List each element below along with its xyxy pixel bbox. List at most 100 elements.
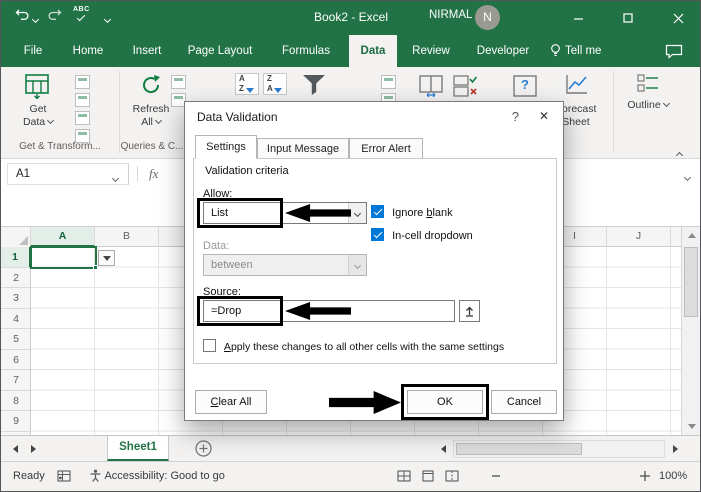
dialog-tab-input-message[interactable]: Input Message [257, 138, 349, 159]
account-name[interactable]: NIRMAL [429, 9, 472, 21]
dialog-tab-settings[interactable]: Settings [195, 135, 257, 159]
tab-developer[interactable]: Developer [465, 35, 541, 67]
name-box-dropdown-icon[interactable] [111, 170, 120, 188]
dialog-tab-error-alert[interactable]: Error Alert [349, 138, 423, 159]
ignore-blank-label: Ignore blank [392, 207, 453, 219]
macro-record-icon[interactable] [57, 470, 71, 485]
dialog-help-icon[interactable]: ? [512, 109, 519, 124]
clear-all-button[interactable]: Clear All [195, 390, 267, 414]
tab-insert[interactable]: Insert [121, 35, 173, 67]
view-page-break-icon[interactable] [445, 470, 459, 485]
dialog-close-icon[interactable]: ✕ [539, 109, 549, 123]
tab-home[interactable]: Home [63, 35, 113, 67]
refresh-all-icon [143, 75, 160, 94]
zoom-out-icon[interactable] [491, 470, 501, 485]
from-table-range-icon[interactable] [75, 111, 90, 125]
accessibility-text: Accessibility: Good to go [104, 470, 225, 482]
accessibility-checker[interactable]: Accessibility: Good to go [89, 469, 225, 482]
in-cell-dropdown-button[interactable] [98, 250, 115, 266]
row-header-4[interactable]: 4 [1, 309, 30, 329]
comments-icon[interactable] [665, 44, 683, 64]
qat-customize-icon[interactable] [103, 13, 112, 27]
from-text-csv-icon[interactable] [75, 75, 90, 89]
tab-page-layout[interactable]: Page Layout [181, 35, 259, 67]
apply-all-label: Apply these changes to all other cells w… [223, 341, 505, 353]
row-header-8[interactable]: 8 [1, 391, 30, 411]
queries-connections-icon[interactable] [171, 75, 186, 89]
validation-criteria-label: Validation criteria [205, 165, 289, 177]
row-header-5[interactable]: 5 [1, 329, 30, 350]
get-data-label-2: Data [9, 116, 67, 128]
what-if-analysis-icon[interactable]: ? [513, 75, 537, 97]
refresh-all-button[interactable]: Refresh All [125, 71, 177, 143]
view-normal-icon[interactable] [397, 470, 411, 485]
tab-review[interactable]: Review [405, 35, 457, 67]
add-sheet-button[interactable] [195, 440, 212, 462]
checkbox-unchecked-icon [203, 339, 216, 352]
scroll-up-icon[interactable] [682, 227, 700, 244]
cancel-button[interactable]: Cancel [491, 390, 557, 414]
apply-all-checkbox[interactable]: Apply these changes to all other cells w… [203, 339, 504, 353]
avatar[interactable]: N [475, 5, 500, 30]
zoom-in-icon[interactable] [639, 470, 651, 485]
sheet-nav-right-icon[interactable] [25, 440, 41, 458]
title-bar: ABC Book2 - Excel NIRMAL N [1, 1, 700, 35]
undo-icon[interactable] [15, 8, 30, 24]
sort-letter-z: Z [239, 84, 244, 93]
from-web-icon[interactable] [75, 93, 90, 107]
row-header-6[interactable]: 6 [1, 350, 30, 370]
vertical-scrollbar[interactable] [681, 227, 700, 435]
undo-dropdown-icon[interactable] [31, 13, 40, 27]
horizontal-scrollbar[interactable] [453, 440, 665, 458]
get-data-label-1: Get [29, 103, 47, 115]
column-header-j[interactable]: J [607, 227, 671, 247]
row-header-9[interactable]: 9 [1, 411, 30, 432]
sort-descending-button[interactable]: Z A [263, 73, 287, 95]
clear-filter-icon[interactable] [381, 75, 396, 89]
sheet-tab-sheet1[interactable]: Sheet1 [107, 436, 169, 461]
range-selector-button[interactable] [459, 300, 480, 322]
vertical-scroll-thumb[interactable] [684, 247, 698, 317]
row-header-3[interactable]: 3 [1, 288, 30, 309]
tab-data[interactable]: Data [349, 35, 397, 67]
name-box[interactable]: A1 [7, 163, 129, 185]
data-validation-icon[interactable] [453, 75, 478, 102]
data-validation-dialog: Data Validation ? ✕ Settings Input Messa… [184, 101, 564, 421]
spell-check-icon[interactable]: ABC [73, 6, 90, 22]
sort-down-arrow-icon [274, 80, 282, 98]
column-header-a[interactable]: A [31, 227, 95, 247]
select-all-corner[interactable] [1, 227, 31, 247]
hscroll-left-icon[interactable] [435, 440, 451, 458]
minimize-button[interactable] [556, 1, 600, 35]
refresh-all-label-1: Refresh [132, 103, 170, 115]
formula-bar-separator [137, 166, 138, 182]
fx-icon[interactable]: fx [149, 166, 158, 182]
horizontal-scroll-thumb[interactable] [456, 443, 582, 455]
hscroll-right-icon[interactable] [667, 440, 683, 458]
sort-ascending-button[interactable]: A Z [235, 73, 259, 95]
outline-button[interactable]: Outline [619, 73, 677, 133]
scroll-down-icon[interactable] [682, 418, 700, 435]
formula-bar-expand-icon[interactable] [683, 169, 692, 187]
close-button[interactable] [656, 1, 700, 35]
group-label-get-transform: Get & Transform... [19, 141, 101, 152]
row-header-1[interactable]: 1 [1, 247, 30, 268]
column-header-b[interactable]: B [95, 227, 159, 247]
tab-formulas[interactable]: Formulas [273, 35, 339, 67]
filter-button[interactable] [303, 75, 325, 95]
zoom-level[interactable]: 100% [659, 470, 687, 482]
sheet-nav-left-icon[interactable] [7, 440, 23, 458]
get-data-icon [25, 74, 49, 100]
tab-file[interactable]: File [13, 35, 53, 67]
get-data-button[interactable]: Get Data [9, 71, 67, 143]
row-header-7[interactable]: 7 [1, 370, 30, 391]
row-header-2[interactable]: 2 [1, 268, 30, 288]
ignore-blank-checkbox[interactable]: Ignore blank [371, 205, 453, 219]
active-cell-a1[interactable] [30, 246, 98, 270]
in-cell-dropdown-checkbox[interactable]: In-cell dropdown [371, 228, 473, 242]
view-page-layout-icon[interactable] [421, 470, 435, 485]
maximize-button[interactable] [606, 1, 650, 35]
redo-icon[interactable] [47, 8, 62, 24]
tell-me[interactable]: Tell me [549, 35, 601, 67]
text-to-columns-icon[interactable] [419, 75, 443, 102]
